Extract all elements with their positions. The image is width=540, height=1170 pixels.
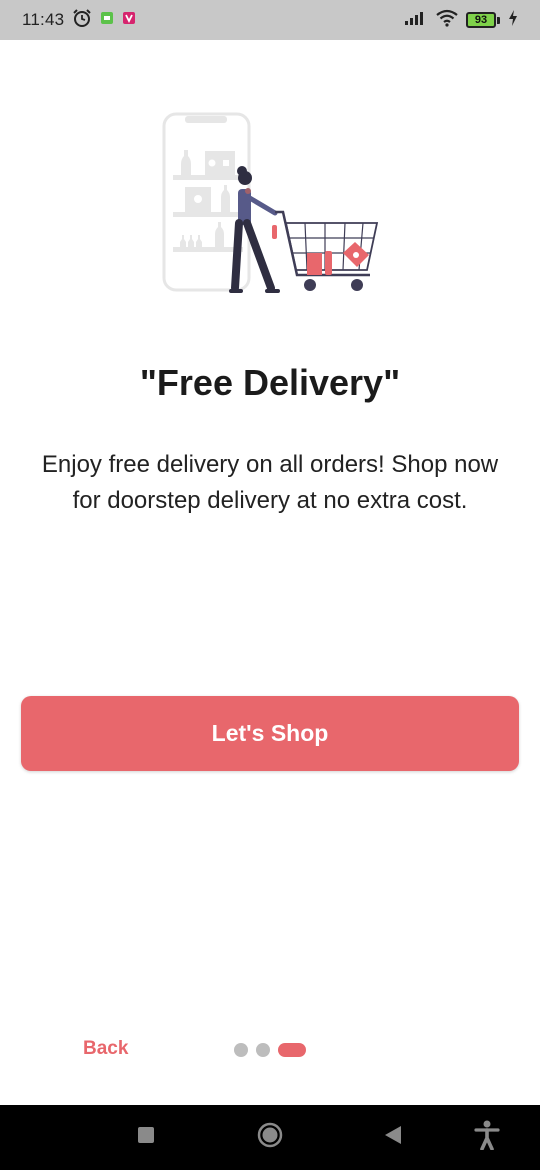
square-icon bbox=[137, 1126, 155, 1149]
page-indicator bbox=[234, 1043, 306, 1057]
signal-icon bbox=[404, 10, 428, 31]
shopping-illustration bbox=[155, 105, 385, 300]
page-dot[interactable] bbox=[234, 1043, 248, 1057]
battery-level: 93 bbox=[466, 12, 496, 28]
page-dot[interactable] bbox=[256, 1043, 270, 1057]
charging-icon bbox=[508, 9, 518, 31]
back-nav-button[interactable] bbox=[373, 1105, 413, 1170]
recents-button[interactable] bbox=[126, 1105, 166, 1170]
status-right: 93 bbox=[404, 9, 518, 32]
status-time: 11:43 bbox=[22, 10, 65, 29]
notification-icon bbox=[100, 11, 114, 30]
lets-shop-button[interactable]: Let's Shop bbox=[21, 696, 519, 771]
status-bar: 11:43 93 bbox=[0, 0, 540, 40]
app-icon bbox=[122, 11, 136, 30]
accessibility-icon bbox=[474, 1120, 500, 1155]
page-title: "Free Delivery" bbox=[139, 362, 401, 403]
back-button[interactable]: Back bbox=[83, 1038, 128, 1060]
accessibility-button[interactable] bbox=[467, 1105, 507, 1170]
wifi-icon bbox=[436, 9, 458, 32]
status-left: 11:43 bbox=[22, 8, 136, 33]
page-dot-active[interactable] bbox=[278, 1043, 306, 1057]
back-triangle-icon bbox=[384, 1125, 402, 1150]
home-button[interactable] bbox=[250, 1105, 290, 1170]
battery-icon: 93 bbox=[466, 12, 500, 28]
home-circle-icon bbox=[257, 1122, 283, 1153]
system-nav-bar bbox=[0, 1105, 540, 1170]
onboarding-screen: 11:43 93 "Free Delivery" Enjoy free deli… bbox=[0, 0, 540, 1170]
alarm-icon bbox=[72, 8, 92, 33]
page-description: Enjoy free delivery on all orders! Shop … bbox=[41, 451, 499, 514]
